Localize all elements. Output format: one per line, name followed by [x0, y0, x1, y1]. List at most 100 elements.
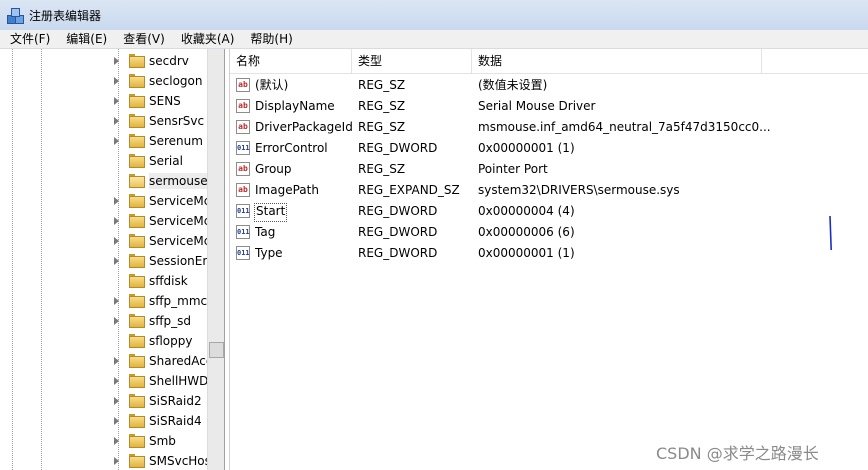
tree-item[interactable]: SENS — [0, 91, 207, 111]
value-row[interactable]: 011 Type REG_DWORD 0x00000001 (1) — [230, 243, 868, 264]
expand-arrow-icon[interactable] — [114, 77, 119, 85]
menu-file[interactable]: 文件(F) — [4, 30, 56, 48]
string-value-icon: ab — [236, 99, 250, 113]
menu-view[interactable]: 查看(V) — [117, 30, 171, 48]
value-row[interactable]: ab Group REG_SZ Pointer Port — [230, 159, 868, 180]
expand-arrow-icon[interactable] — [114, 237, 119, 245]
binary-value-icon: 011 — [236, 246, 250, 260]
tree-item-label: ServiceMc — [149, 214, 207, 228]
expand-arrow-icon[interactable] — [114, 297, 119, 305]
value-type: REG_SZ — [358, 99, 406, 113]
value-row[interactable]: 011 Tag REG_DWORD 0x00000006 (6) — [230, 222, 868, 243]
tree-scrollbar[interactable] — [207, 49, 224, 470]
expand-arrow-icon[interactable] — [114, 137, 119, 145]
expand-arrow-icon[interactable] — [114, 357, 119, 365]
value-list[interactable]: 名称 类型 数据 ab (默认) REG_SZ (数值未设置) ab DisplayNam… — [229, 49, 868, 470]
title-bar: 注册表编辑器 — [0, 0, 868, 30]
tree-item[interactable]: ServiceMc — [0, 191, 207, 211]
tree-item[interactable]: sermouse — [0, 171, 207, 191]
column-header-type[interactable]: 类型 — [352, 49, 472, 73]
string-value-icon: ab — [236, 183, 250, 197]
folder-icon — [129, 134, 145, 148]
column-header-name[interactable]: 名称 — [230, 49, 352, 73]
tree-item-label: SensrSvc — [149, 114, 205, 128]
menu-favorites[interactable]: 收藏夹(A) — [175, 30, 241, 48]
tree-item-label: ServiceMc — [149, 234, 207, 248]
value-row[interactable]: 011 Start REG_DWORD 0x00000004 (4) — [230, 201, 868, 222]
tree-item[interactable]: sfloppy — [0, 331, 207, 351]
tree-item[interactable]: SiSRaid2 — [0, 391, 207, 411]
tree-item-label: seclogon — [149, 74, 203, 88]
value-name: (默认) — [255, 78, 289, 92]
tree-item-label: SiSRaid4 — [149, 414, 202, 428]
value-name: Start — [254, 203, 288, 222]
registry-editor-icon — [7, 7, 24, 24]
tree-item[interactable]: ServiceMc — [0, 211, 207, 231]
expand-arrow-icon[interactable] — [114, 197, 119, 205]
string-value-icon: ab — [236, 78, 250, 92]
menu-bar: 文件(F) 编辑(E) 查看(V) 收藏夹(A) 帮助(H) — [0, 30, 868, 49]
tree-item[interactable]: sffp_sd — [0, 311, 207, 331]
expand-arrow-icon[interactable] — [114, 437, 119, 445]
value-row[interactable]: ab (默认) REG_SZ (数值未设置) — [230, 75, 868, 96]
value-row[interactable]: ab DriverPackageId REG_SZ msmouse.inf_amd64… — [230, 117, 868, 138]
watermark: CSDN @求学之路漫长 — [656, 444, 819, 463]
pen-annotation-mark — [829, 216, 832, 250]
value-row[interactable]: ab ImagePath REG_EXPAND_SZ system32\DRIVERS… — [230, 180, 868, 201]
tree-item[interactable]: SharedAcc — [0, 351, 207, 371]
tree-item[interactable]: SessionEn — [0, 251, 207, 271]
tree-item[interactable]: seclogon — [0, 71, 207, 91]
expand-arrow-icon[interactable] — [114, 317, 119, 325]
tree-item[interactable]: sffdisk — [0, 271, 207, 291]
tree-item[interactable]: secdrv — [0, 51, 207, 71]
tree-item-label: ServiceMc — [149, 194, 207, 208]
tree-item[interactable]: SensrSvc — [0, 111, 207, 131]
tree-item-label: sffp_mmc — [149, 294, 207, 308]
expand-arrow-icon[interactable] — [114, 57, 119, 65]
value-name: Group — [255, 162, 292, 176]
value-data: 0x00000001 (1) — [478, 141, 575, 155]
string-value-icon: ab — [236, 162, 250, 176]
tree-item-label: SiSRaid2 — [149, 394, 202, 408]
key-tree[interactable]: secdrv seclogon SENS SensrSvc Serenum Serial s… — [0, 49, 225, 470]
tree-item[interactable]: Serial — [0, 151, 207, 171]
expand-arrow-icon[interactable] — [114, 117, 119, 125]
expand-arrow-icon[interactable] — [114, 97, 119, 105]
tree-item[interactable]: Smb — [0, 431, 207, 451]
expand-arrow-icon[interactable] — [114, 217, 119, 225]
folder-icon — [129, 114, 145, 128]
value-data: Serial Mouse Driver — [478, 99, 596, 113]
expand-arrow-icon[interactable] — [114, 397, 119, 405]
expand-arrow-icon[interactable] — [114, 417, 119, 425]
menu-edit[interactable]: 编辑(E) — [60, 30, 113, 48]
tree-item[interactable]: ServiceMc — [0, 231, 207, 251]
folder-icon — [129, 314, 145, 328]
tree-item[interactable]: Serenum — [0, 131, 207, 151]
value-row[interactable]: ab DisplayName REG_SZ Serial Mouse Driver — [230, 96, 868, 117]
expand-arrow-icon[interactable] — [114, 457, 119, 465]
folder-icon — [129, 394, 145, 408]
tree-item-label: ShellHWD — [149, 374, 207, 388]
menu-help[interactable]: 帮助(H) — [244, 30, 298, 48]
value-data: 0x00000006 (6) — [478, 225, 575, 239]
tree-item[interactable]: SMSvcHos — [0, 451, 207, 470]
tree-item-label: secdrv — [149, 54, 189, 68]
tree-item[interactable]: SiSRaid4 — [0, 411, 207, 431]
tree-scrollbar-thumb[interactable] — [209, 342, 224, 358]
value-data: 0x00000001 (1) — [478, 246, 575, 260]
tree-item-label: sffp_sd — [149, 314, 192, 328]
value-type: REG_DWORD — [358, 225, 438, 239]
binary-value-icon: 011 — [236, 225, 250, 239]
tree-item[interactable]: ShellHWD — [0, 371, 207, 391]
expand-arrow-icon[interactable] — [114, 377, 119, 385]
binary-value-icon: 011 — [236, 204, 250, 218]
column-header-data[interactable]: 数据 — [472, 49, 762, 73]
expand-arrow-icon[interactable] — [114, 257, 119, 265]
value-name: DisplayName — [255, 99, 335, 113]
value-data: (数值未设置) — [478, 78, 548, 92]
value-type: REG_SZ — [358, 162, 406, 176]
tree-item[interactable]: sffp_mmc — [0, 291, 207, 311]
value-row[interactable]: 011 ErrorControl REG_DWORD 0x00000001 (1) — [230, 138, 868, 159]
value-type: REG_SZ — [358, 120, 406, 134]
value-type: REG_EXPAND_SZ — [358, 183, 460, 197]
